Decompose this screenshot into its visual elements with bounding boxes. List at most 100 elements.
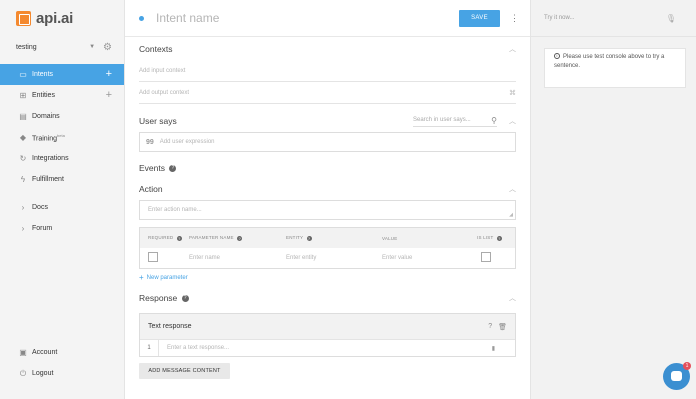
training-label: Training [32, 135, 58, 143]
col-value: VALUE [382, 235, 398, 241]
microphone-icon[interactable]: 🎙 [666, 14, 676, 23]
sidebar-item-logout[interactable]: ⏻ Logout [0, 363, 124, 384]
col-required-label: REQUIRED [148, 235, 174, 241]
logo-text: api.ai [36, 9, 74, 27]
new-parameter-link[interactable]: + New parameter [139, 270, 516, 285]
resize-handle-icon[interactable]: ◢ [509, 212, 513, 218]
table-row: Enter name Enter entity Enter value [140, 248, 515, 268]
sidebar: api.ai testing ▼ ⚙ ▭ Intents + ⊞ Entitie… [0, 0, 125, 399]
user-says-search-placeholder: Search in user says... [413, 117, 471, 123]
contexts-header[interactable]: Contexts ︿ [139, 37, 516, 60]
events-title: Events [139, 162, 165, 173]
sidebar-item-entities[interactable]: ⊞ Entities + [0, 85, 124, 106]
user-expression-input[interactable]: 99 Add user expression [139, 132, 516, 152]
chevron-up-icon[interactable]: ︿ [509, 116, 516, 126]
sidebar-item-label: Logout [32, 370, 54, 377]
box-icon: ▤ [19, 112, 27, 121]
col-required: REQUIRED ? [140, 235, 185, 241]
sidebar-item-label: Trainingbeta [32, 133, 112, 142]
input-context-placeholder: Add input context [139, 67, 186, 74]
col-entity: ENTITY ? [282, 235, 378, 241]
hierarchy-icon: ⊞ [19, 91, 27, 100]
try-it-now-placeholder: Try it now... [544, 15, 575, 21]
sidebar-item-forum[interactable]: › Forum [0, 218, 124, 239]
sidebar-item-training[interactable]: ◆ Trainingbeta [0, 127, 124, 148]
contexts-title: Contexts [139, 43, 173, 54]
drag-handle-icon[interactable]: ▮ [492, 345, 495, 352]
try-it-now-field[interactable]: Try it now... 🎙 [531, 0, 696, 37]
action-name-input[interactable]: Enter action name... ◢ [139, 200, 516, 220]
response-header[interactable]: Response ? ︿ [139, 286, 516, 309]
response-title: Response [139, 292, 178, 303]
col-is-list: IS LIST ? [473, 235, 515, 241]
response-title-wrap: Response ? [139, 293, 509, 303]
search-icon[interactable]: ⚲ [491, 116, 497, 125]
editor-content: Contexts ︿ Add input context Add output … [125, 37, 530, 379]
chevron-up-icon[interactable]: ︿ [509, 44, 516, 54]
sidebar-item-account[interactable]: ▣ Account [0, 342, 124, 363]
sidebar-item-docs[interactable]: › Docs [0, 197, 124, 218]
agent-selector[interactable]: testing ▼ ⚙ [0, 36, 124, 58]
entity-input[interactable]: Enter entity [282, 255, 378, 261]
add-intent-icon[interactable]: + [106, 69, 112, 80]
chat-bubble-icon [671, 371, 682, 381]
action-name-placeholder: Enter action name... [148, 207, 202, 213]
help-circle-icon[interactable]: ? [488, 323, 492, 330]
action-header[interactable]: Action ︿ [139, 177, 516, 200]
intent-name-input[interactable] [156, 11, 459, 25]
clear-icon[interactable]: ⌘ [509, 89, 516, 97]
help-icon[interactable]: ? [237, 235, 243, 241]
help-icon[interactable]: ? [181, 294, 189, 302]
chevron-up-icon[interactable]: ︿ [509, 184, 516, 194]
quote-icon: 99 [146, 138, 154, 146]
required-checkbox[interactable] [148, 252, 158, 262]
help-icon[interactable]: ? [306, 235, 312, 241]
graduation-cap-icon: ◆ [19, 133, 27, 142]
beta-badge: beta [57, 132, 65, 138]
col-entity-label: ENTITY [286, 235, 304, 241]
trash-icon[interactable]: 🗑 [498, 323, 507, 331]
user-says-search[interactable]: Search in user says... ⚲ [413, 115, 497, 127]
text-response-card: Text response ? 🗑 1 Enter a text respons… [139, 313, 516, 357]
sidebar-item-domains[interactable]: ▤ Domains [0, 106, 124, 127]
text-response-input[interactable]: Enter a text response... [159, 345, 492, 351]
new-parameter-label: New parameter [146, 274, 188, 281]
logo[interactable]: api.ai [0, 0, 124, 36]
intent-status-dot [139, 15, 144, 21]
more-options-icon[interactable]: ⋮ [510, 13, 519, 24]
sidebar-item-label: Integrations [32, 155, 69, 162]
is-list-checkbox[interactable] [481, 252, 491, 262]
help-icon[interactable]: ? [176, 235, 182, 241]
parameter-name-input[interactable]: Enter name [185, 255, 282, 261]
sidebar-nav: ▭ Intents + ⊞ Entities + ▤ Domains ◆ Tra… [0, 64, 124, 239]
is-list-cell [473, 252, 515, 264]
output-context-placeholder: Add output context [139, 89, 190, 96]
caret-down-icon[interactable]: ▼ [89, 44, 95, 50]
save-button[interactable]: SAVE [459, 9, 500, 27]
lightning-icon: ϟ [20, 175, 26, 184]
chevron-up-icon[interactable]: ︿ [509, 293, 516, 303]
sidebar-bottom: ▣ Account ⏻ Logout [0, 342, 124, 384]
sidebar-item-label: Intents [32, 71, 54, 78]
sidebar-item-fulfillment[interactable]: ϟ Fulfillment [0, 169, 124, 190]
user-says-title: User says [139, 115, 177, 126]
gear-icon[interactable]: ⚙ [103, 42, 112, 53]
sidebar-item-intents[interactable]: ▭ Intents + [0, 64, 124, 85]
editor-header: SAVE ⋮ [125, 0, 530, 37]
add-entity-icon[interactable]: + [106, 90, 112, 101]
console-info-box: i Please use test console above to try a … [544, 48, 686, 88]
input-context-field[interactable]: Add input context [139, 60, 516, 82]
add-message-content-button[interactable]: ADD MESSAGE CONTENT [139, 363, 230, 379]
sidebar-item-integrations[interactable]: ↻ Integrations [0, 148, 124, 169]
events-header[interactable]: Events ? [139, 156, 516, 179]
user-says-header[interactable]: User says Search in user says... ⚲ ︿ [139, 109, 516, 132]
action-title: Action [139, 183, 163, 194]
app-window: api.ai testing ▼ ⚙ ▭ Intents + ⊞ Entitie… [0, 0, 696, 399]
intent-editor: SAVE ⋮ Contexts ︿ Add input context Add … [125, 0, 530, 399]
help-icon[interactable]: ? [496, 235, 502, 241]
parameters-table-header: REQUIRED ? PARAMETER NAME ? ENTITY ? VAL… [140, 228, 515, 248]
output-context-field[interactable]: Add output context ⌘ [139, 82, 516, 104]
value-input[interactable]: Enter value [378, 255, 473, 261]
help-icon[interactable]: ? [169, 164, 177, 172]
